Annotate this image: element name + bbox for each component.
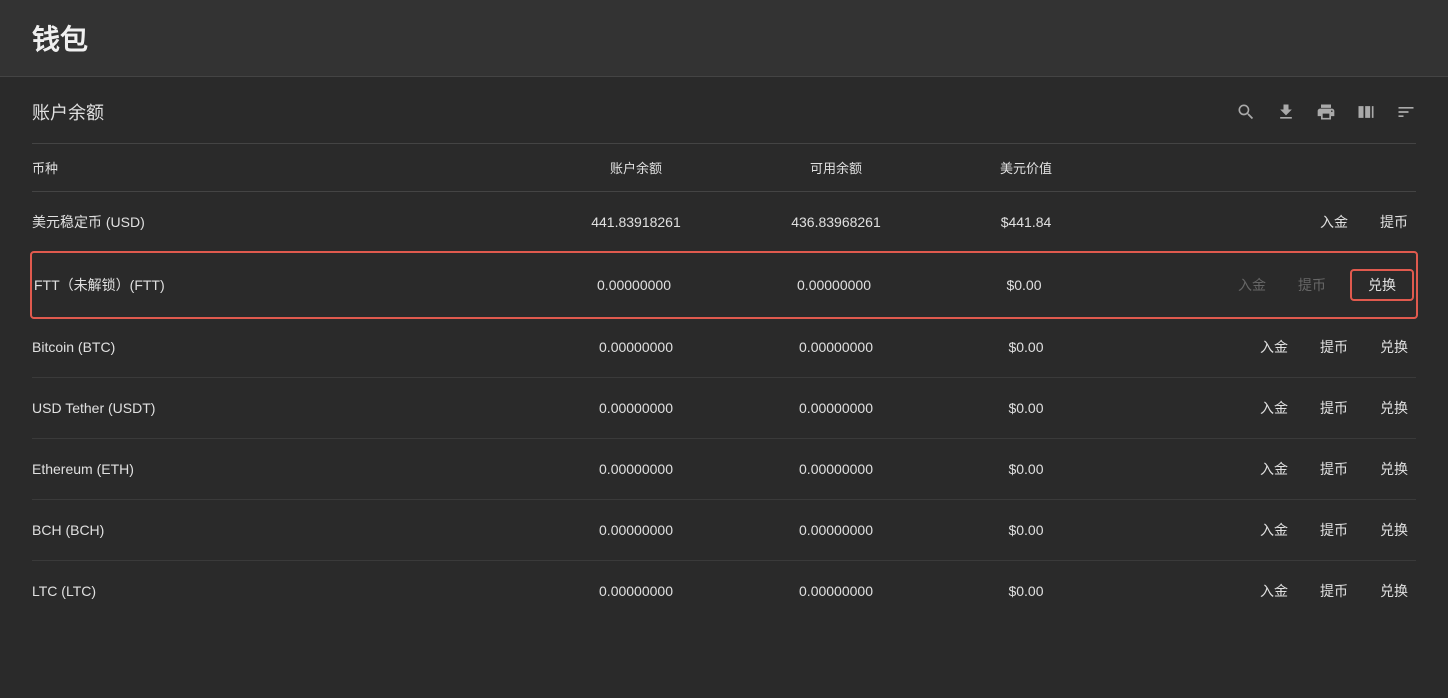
currency-usdt: USD Tether (USDT) [32, 400, 536, 416]
exchange-btn-bch[interactable]: 兑换 [1372, 516, 1416, 544]
withdraw-btn-usd[interactable]: 提币 [1372, 208, 1416, 236]
page-title: 钱包 [32, 18, 1416, 58]
exchange-btn-btc[interactable]: 兑换 [1372, 333, 1416, 361]
columns-icon[interactable] [1356, 102, 1376, 122]
exchange-btn-usdt[interactable]: 兑换 [1372, 394, 1416, 422]
exchange-btn-eth[interactable]: 兑换 [1372, 455, 1416, 483]
balance-eth: 0.00000000 [536, 461, 736, 477]
actions-ltc: 入金 提币 兑换 [1116, 577, 1416, 605]
currency-eth: Ethereum (ETH) [32, 461, 536, 477]
currency-ftt: FTT（未解锁）(FTT) [34, 275, 534, 295]
table-row-usdt: USD Tether (USDT) 0.00000000 0.00000000 … [32, 378, 1416, 439]
deposit-btn-usdt[interactable]: 入金 [1252, 394, 1296, 422]
table-row-ftt: FTT（未解锁）(FTT) 0.00000000 0.00000000 $0.0… [30, 251, 1418, 319]
table-header: 币种 账户余额 可用余额 美元价值 [32, 144, 1416, 192]
main-content: 账户余额 [0, 77, 1448, 621]
actions-eth: 入金 提币 兑换 [1116, 455, 1416, 483]
currency-btc: Bitcoin (BTC) [32, 339, 536, 355]
usd-value-usd: $441.84 [936, 214, 1116, 230]
header-usd: 美元价值 [936, 158, 1116, 177]
withdraw-btn-usdt[interactable]: 提币 [1312, 394, 1356, 422]
filter-icon[interactable] [1396, 102, 1416, 122]
deposit-btn-ltc[interactable]: 入金 [1252, 577, 1296, 605]
download-icon[interactable] [1276, 102, 1296, 122]
available-eth: 0.00000000 [736, 461, 936, 477]
header-balance: 账户余额 [536, 158, 736, 177]
balance-usdt: 0.00000000 [536, 400, 736, 416]
withdraw-btn-ltc[interactable]: 提币 [1312, 577, 1356, 605]
usd-value-eth: $0.00 [936, 461, 1116, 477]
actions-ftt: 入金 提币 兑换 [1114, 269, 1414, 301]
section-title: 账户余额 [32, 99, 104, 125]
available-bch: 0.00000000 [736, 522, 936, 538]
actions-usd: 入金 提币 [1116, 208, 1416, 236]
search-icon[interactable] [1236, 102, 1256, 122]
table-row-bch: BCH (BCH) 0.00000000 0.00000000 $0.00 入金… [32, 500, 1416, 561]
balance-usd: 441.83918261 [536, 214, 736, 230]
currency-usd: 美元稳定币 (USD) [32, 212, 536, 232]
currency-bch: BCH (BCH) [32, 522, 536, 538]
actions-usdt: 入金 提币 兑换 [1116, 394, 1416, 422]
usd-value-usdt: $0.00 [936, 400, 1116, 416]
balance-ltc: 0.00000000 [536, 583, 736, 599]
available-ltc: 0.00000000 [736, 583, 936, 599]
withdraw-btn-eth[interactable]: 提币 [1312, 455, 1356, 483]
section-header: 账户余额 [32, 77, 1416, 144]
deposit-btn-usd[interactable]: 入金 [1312, 208, 1356, 236]
print-icon[interactable] [1316, 102, 1336, 122]
currency-ltc: LTC (LTC) [32, 583, 536, 599]
table-row-ltc: LTC (LTC) 0.00000000 0.00000000 $0.00 入金… [32, 561, 1416, 621]
toolbar-icons [1236, 102, 1416, 122]
usd-value-ftt: $0.00 [934, 277, 1114, 293]
table-row-btc: Bitcoin (BTC) 0.00000000 0.00000000 $0.0… [32, 317, 1416, 378]
deposit-btn-ftt: 入金 [1230, 271, 1274, 299]
header-available: 可用余额 [736, 158, 936, 177]
exchange-btn-ftt[interactable]: 兑换 [1350, 269, 1414, 301]
available-ftt: 0.00000000 [734, 277, 934, 293]
balance-ftt: 0.00000000 [534, 277, 734, 293]
balance-bch: 0.00000000 [536, 522, 736, 538]
actions-btc: 入金 提币 兑换 [1116, 333, 1416, 361]
header-currency: 币种 [32, 158, 536, 177]
usd-value-btc: $0.00 [936, 339, 1116, 355]
actions-bch: 入金 提币 兑换 [1116, 516, 1416, 544]
available-usdt: 0.00000000 [736, 400, 936, 416]
usd-value-ltc: $0.00 [936, 583, 1116, 599]
deposit-btn-bch[interactable]: 入金 [1252, 516, 1296, 544]
exchange-btn-ltc[interactable]: 兑换 [1372, 577, 1416, 605]
available-btc: 0.00000000 [736, 339, 936, 355]
page-header: 钱包 [0, 0, 1448, 77]
balance-btc: 0.00000000 [536, 339, 736, 355]
withdraw-btn-bch[interactable]: 提币 [1312, 516, 1356, 544]
deposit-btn-eth[interactable]: 入金 [1252, 455, 1296, 483]
table-row: 美元稳定币 (USD) 441.83918261 436.83968261 $4… [32, 192, 1416, 253]
table-row-eth: Ethereum (ETH) 0.00000000 0.00000000 $0.… [32, 439, 1416, 500]
withdraw-btn-ftt: 提币 [1290, 271, 1334, 299]
balance-table: 币种 账户余额 可用余额 美元价值 美元稳定币 (USD) 441.839182… [32, 144, 1416, 621]
usd-value-bch: $0.00 [936, 522, 1116, 538]
deposit-btn-btc[interactable]: 入金 [1252, 333, 1296, 361]
available-usd: 436.83968261 [736, 214, 936, 230]
withdraw-btn-btc[interactable]: 提币 [1312, 333, 1356, 361]
